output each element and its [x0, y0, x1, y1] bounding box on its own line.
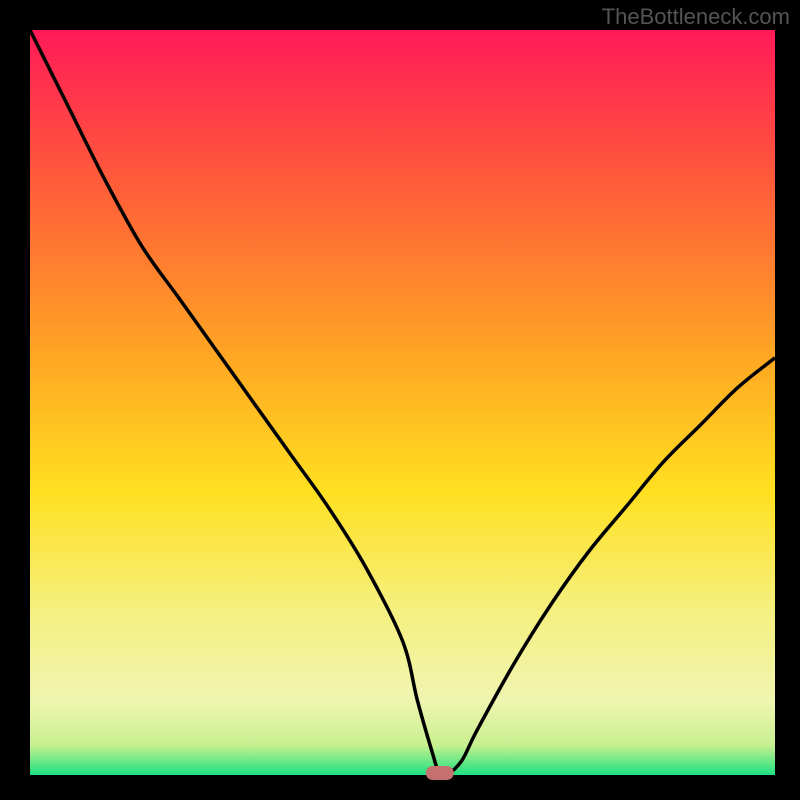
curve-marker: [426, 766, 454, 780]
plot-background: [30, 30, 775, 775]
chart-container: TheBottleneck.com: [0, 0, 800, 800]
chart-svg: [0, 0, 800, 800]
watermark-text: TheBottleneck.com: [602, 4, 790, 30]
